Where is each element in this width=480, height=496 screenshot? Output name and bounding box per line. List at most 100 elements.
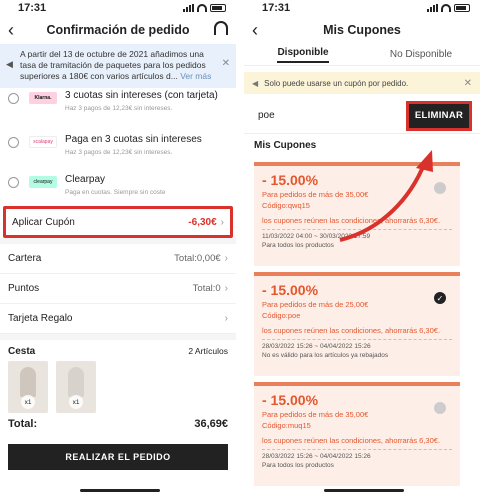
coupon-conditions: los cupones reúnen las condiciones, ahor… bbox=[262, 216, 441, 225]
battery-icon bbox=[210, 4, 226, 12]
system-icons bbox=[427, 4, 470, 12]
coupon-card[interactable]: - 15.00% Para pedidos de más de 35,00€ C… bbox=[254, 382, 460, 486]
coupon-card[interactable]: - 15.00% Para pedidos de más de 35,00€ C… bbox=[254, 162, 460, 266]
signal-icon bbox=[183, 4, 194, 12]
product-image bbox=[20, 367, 36, 397]
chevron-right-icon: › bbox=[220, 216, 224, 228]
points-value: Total:0 bbox=[192, 283, 221, 294]
info-banner: ◀ A partir del 13 de octubre de 2021 aña… bbox=[0, 44, 236, 88]
cart-title: Cesta bbox=[8, 346, 36, 357]
product-thumbnail[interactable]: x1 bbox=[8, 361, 48, 413]
payment-option-clearpay[interactable]: clearpay Clearpay Paga en cuotas. Siempr… bbox=[0, 170, 236, 210]
back-icon[interactable]: ‹ bbox=[8, 20, 14, 41]
wallet-row[interactable]: Cartera Total:0,00€ › bbox=[0, 244, 236, 274]
coupons-screen: 17:31 ‹ Mis Cupones Disponible No Dispon… bbox=[244, 0, 480, 496]
quantity-badge: x1 bbox=[21, 395, 35, 409]
wifi-icon bbox=[197, 4, 207, 12]
coupon-note: Para todos los productos bbox=[262, 462, 334, 469]
page-header: ‹ Confirmación de pedido bbox=[0, 16, 236, 44]
total-row: Total: 36,69€ bbox=[0, 418, 236, 430]
coupon-discount: - 15.00% bbox=[262, 392, 319, 408]
status-bar: 17:31 bbox=[0, 0, 236, 16]
coupon-card[interactable]: - 15.00% Para pedidos de más de 25,00€ C… bbox=[254, 272, 460, 376]
speaker-icon: ◀ bbox=[252, 78, 259, 88]
wallet-label: Cartera bbox=[8, 253, 42, 264]
product-image bbox=[68, 367, 84, 397]
chevron-right-icon: › bbox=[224, 313, 228, 324]
coupon-discount: -6,30€ bbox=[188, 216, 217, 228]
total-label: Total: bbox=[8, 418, 38, 430]
tab-unavailable[interactable]: No Disponible bbox=[362, 44, 480, 65]
wifi-icon bbox=[441, 4, 451, 12]
page-title: Mis Cupones bbox=[323, 23, 401, 37]
wallet-value: Total:0,00€ bbox=[174, 253, 221, 264]
coupon-code-row: poe ELIMINAR bbox=[244, 98, 480, 134]
home-indicator bbox=[80, 489, 160, 492]
payment-title: Clearpay bbox=[65, 174, 106, 185]
coupon-note: Para todos los productos bbox=[262, 242, 334, 249]
close-icon[interactable]: ✕ bbox=[464, 78, 472, 89]
coupon-code: Código:poe bbox=[262, 311, 301, 320]
quantity-badge: x1 bbox=[69, 395, 83, 409]
remove-coupon-button[interactable]: ELIMINAR bbox=[406, 100, 472, 131]
speaker-icon: ◀ bbox=[6, 59, 13, 69]
coupon-dates: 11/03/2022 04:00 ~ 30/03/2022 17:59 bbox=[262, 233, 371, 240]
klarna-logo: Klarna. bbox=[29, 92, 57, 104]
checkmark-icon[interactable]: ✓ bbox=[434, 292, 446, 304]
section-title: Mis Cupones bbox=[254, 140, 317, 151]
page-header: ‹ Mis Cupones bbox=[244, 16, 480, 44]
points-label: Puntos bbox=[8, 283, 40, 294]
gift-card-row[interactable]: Tarjeta Regalo › bbox=[0, 304, 236, 334]
points-row[interactable]: Puntos Total:0 › bbox=[0, 274, 236, 304]
close-icon[interactable]: ✕ bbox=[222, 58, 230, 69]
coupon-minimum: Para pedidos de más de 35,00€ bbox=[262, 190, 369, 199]
clearpay-logo: clearpay bbox=[29, 176, 57, 188]
radio-button[interactable] bbox=[8, 177, 19, 188]
coupon-discount: - 15.00% bbox=[262, 172, 319, 188]
coupon-code-input[interactable]: poe bbox=[258, 110, 275, 121]
payment-title: 3 cuotas sin intereses (con tarjeta) bbox=[65, 90, 218, 101]
status-bar: 17:31 bbox=[244, 0, 480, 16]
cart-items: x1 x1 bbox=[0, 361, 236, 413]
status-time: 17:31 bbox=[262, 2, 291, 14]
chevron-right-icon: › bbox=[224, 253, 228, 264]
radio-button[interactable] bbox=[8, 137, 19, 148]
scalapay-logo: scalapay bbox=[29, 136, 57, 148]
coupon-select-radio[interactable] bbox=[434, 182, 446, 194]
coupon-select-radio[interactable] bbox=[434, 402, 446, 414]
coupon-dates: 28/03/2022 15:26 ~ 04/04/2022 15:26 bbox=[262, 453, 371, 460]
coupon-conditions: los cupones reúnen las condiciones, ahor… bbox=[262, 326, 441, 335]
headset-icon[interactable] bbox=[214, 21, 228, 35]
signal-icon bbox=[427, 4, 438, 12]
page-title: Confirmación de pedido bbox=[46, 23, 190, 37]
cart-header: Cesta 2 Artículos bbox=[0, 340, 236, 361]
status-time: 17:31 bbox=[18, 2, 47, 14]
tab-available[interactable]: Disponible bbox=[244, 44, 362, 65]
system-icons bbox=[183, 4, 226, 12]
coupon-conditions: los cupones reúnen las condiciones, ahor… bbox=[262, 436, 441, 445]
payment-subtitle: Paga en cuotas. Siempre sin coste bbox=[65, 189, 166, 196]
radio-button[interactable] bbox=[8, 93, 19, 104]
product-thumbnail[interactable]: x1 bbox=[56, 361, 96, 413]
see-more-link[interactable]: Ver más bbox=[180, 71, 211, 81]
coupon-notice: ◀ Solo puede usarse un cupón por pedido.… bbox=[244, 72, 480, 94]
coupon-code: Código:qwq15 bbox=[262, 201, 310, 210]
cart-count: 2 Artículos bbox=[188, 346, 228, 356]
coupon-code: Código:muq15 bbox=[262, 421, 311, 430]
total-value: 36,69€ bbox=[194, 418, 228, 430]
apply-coupon-label: Aplicar Cupón bbox=[12, 216, 75, 228]
payment-option-scalapay[interactable]: scalapay Paga en 3 cuotas sin intereses … bbox=[0, 130, 236, 168]
payment-subtitle: Haz 3 pagos de 12,23€ sin intereses. bbox=[65, 105, 173, 112]
coupon-discount: - 15.00% bbox=[262, 282, 319, 298]
gift-card-label: Tarjeta Regalo bbox=[8, 313, 73, 324]
chevron-right-icon: › bbox=[224, 283, 228, 294]
payment-option-klarna[interactable]: Klarna. 3 cuotas sin intereses (con tarj… bbox=[0, 88, 236, 126]
payment-subtitle: Haz 3 pagos de 12,23€ sin intereses. bbox=[65, 149, 173, 156]
coupon-minimum: Para pedidos de más de 25,00€ bbox=[262, 300, 369, 309]
coupon-dates: 28/03/2022 15:26 ~ 04/04/2022 15:26 bbox=[262, 343, 371, 350]
coupon-tabs: Disponible No Disponible bbox=[244, 44, 480, 66]
place-order-button[interactable]: REALIZAR EL PEDIDO bbox=[8, 444, 228, 470]
apply-coupon-row[interactable]: Aplicar Cupón -6,30€ › bbox=[3, 206, 233, 238]
checkout-screen: 17:31 ‹ Confirmación de pedido ◀ A parti… bbox=[0, 0, 236, 496]
back-icon[interactable]: ‹ bbox=[252, 20, 258, 41]
